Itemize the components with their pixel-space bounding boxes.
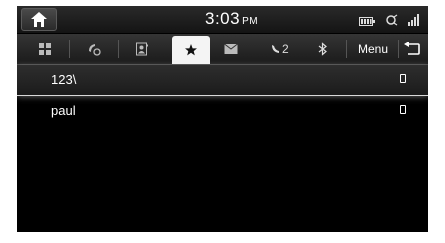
- tab-messages[interactable]: [213, 34, 249, 64]
- tab-separator: [69, 40, 70, 58]
- back-button[interactable]: [397, 34, 427, 64]
- battery-icon: [359, 13, 376, 31]
- phone-icon: [272, 45, 279, 53]
- bluetooth-audio-icon: [385, 13, 398, 31]
- home-icon: [31, 12, 47, 27]
- signal-icon: [408, 13, 420, 31]
- envelope-icon: [224, 44, 238, 54]
- clock-ampm: PM: [242, 16, 259, 27]
- back-arrow-icon: [404, 42, 420, 55]
- tab-call-history[interactable]: [76, 34, 112, 64]
- favorites-list: 123\ paul: [17, 65, 428, 127]
- phone-history-icon: [89, 44, 101, 56]
- favorite-name: paul: [51, 103, 76, 118]
- tab-separator: [118, 40, 119, 58]
- home-button[interactable]: [21, 8, 57, 31]
- favorite-name: 123\: [51, 72, 77, 87]
- active-calls-indicator: 2: [266, 34, 306, 64]
- favorite-item[interactable]: paul: [17, 96, 428, 127]
- clock-time: 3:03: [205, 9, 241, 28]
- tab-separator: [346, 40, 347, 58]
- tab-bar: 2 Menu: [17, 34, 428, 65]
- tab-favorites[interactable]: [172, 36, 210, 64]
- head-unit-screen: 3:03 PM 2 Menu 123\ paul: [17, 6, 428, 232]
- star-icon: [185, 44, 197, 56]
- bluetooth-button[interactable]: [305, 34, 341, 64]
- mobile-phone-icon: [400, 74, 406, 83]
- contacts-icon: [136, 42, 148, 56]
- favorite-item[interactable]: 123\: [17, 65, 428, 96]
- menu-button[interactable]: Menu: [351, 39, 395, 59]
- active-calls-count: 2: [282, 42, 289, 56]
- status-bar: 3:03 PM: [17, 6, 428, 33]
- tab-dial-pad[interactable]: [27, 34, 63, 64]
- bluetooth-icon: [318, 42, 327, 56]
- mobile-phone-icon: [400, 105, 406, 114]
- grid-icon: [39, 43, 51, 55]
- tab-contacts[interactable]: [124, 34, 160, 64]
- status-icons: [353, 13, 420, 27]
- clock: 3:03 PM: [205, 9, 258, 29]
